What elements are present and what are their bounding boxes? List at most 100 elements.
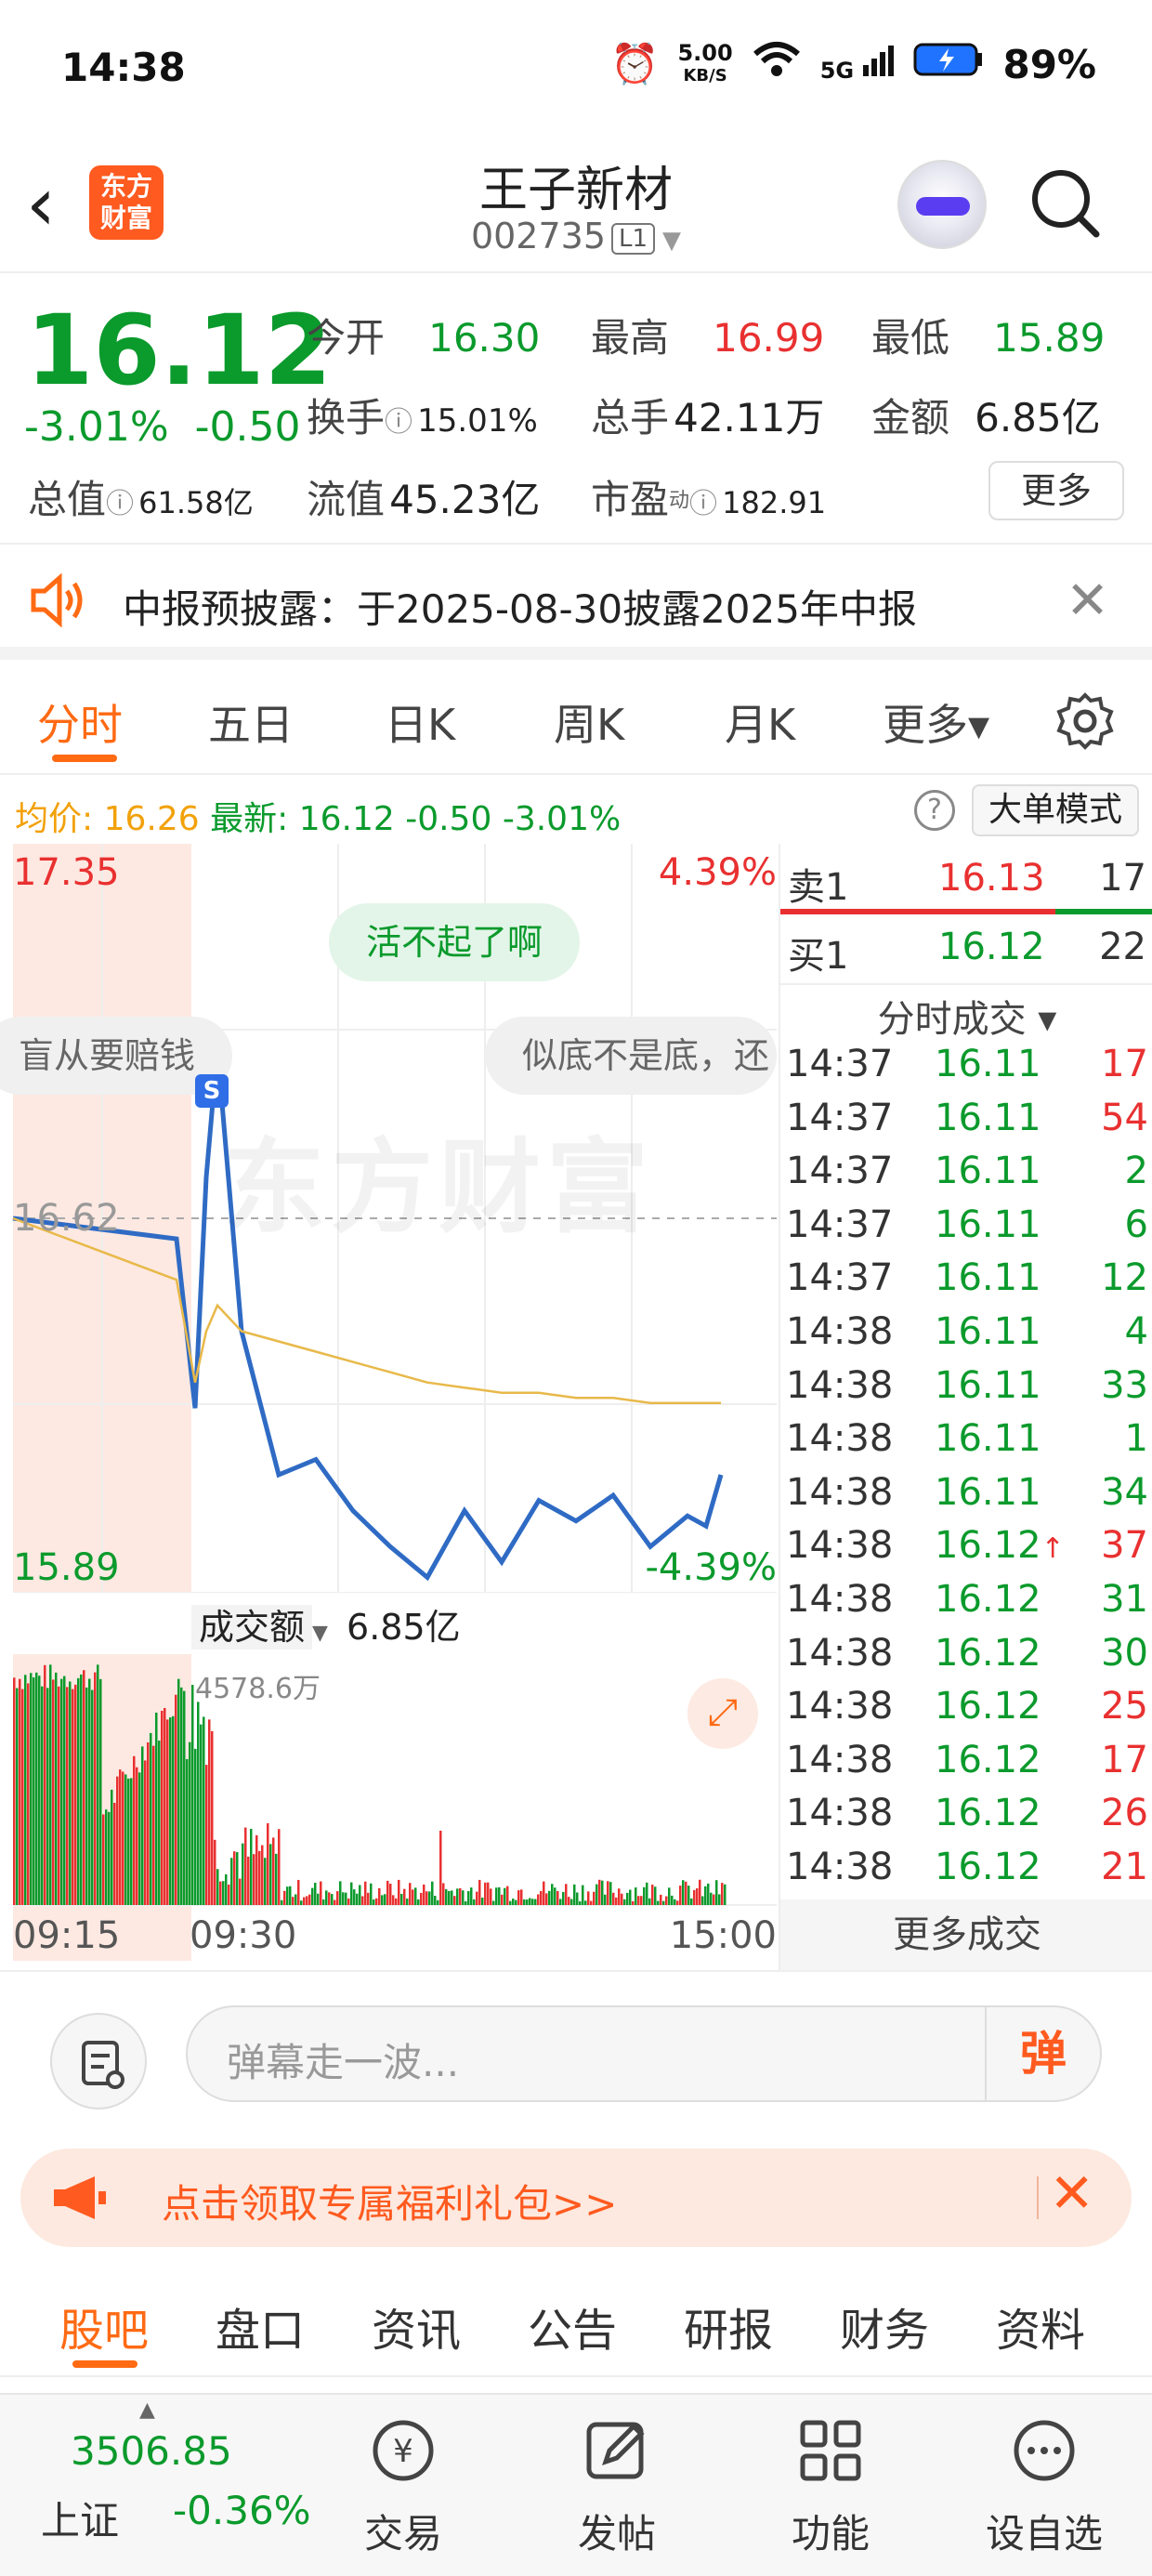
notice-banner[interactable]: 中报预披露：于2025-08-30披露2025年中报 ✕: [0, 548, 1152, 660]
price-change: -3.01% -0.50: [24, 403, 301, 451]
volume-bar: [389, 1884, 392, 1905]
expand-icon[interactable]: ⤢: [687, 1678, 758, 1749]
assistant-avatar[interactable]: [897, 160, 987, 249]
volume-bar: [693, 1889, 696, 1905]
tab-announcements[interactable]: 公告: [528, 2293, 617, 2359]
help-icon[interactable]: ?: [914, 790, 955, 831]
change-amount: -0.50: [194, 403, 301, 451]
signal-marker-icon[interactable]: S: [195, 1074, 229, 1108]
trades-title[interactable]: 分时成交 ▾: [780, 989, 1152, 1043]
volume-bar: [481, 1897, 484, 1905]
danmu-settings-icon[interactable]: [50, 2013, 147, 2109]
volume-bar: [342, 1892, 345, 1905]
volume-bar: [85, 1687, 88, 1905]
trade-price: 16.11: [935, 1310, 1041, 1353]
nav-trade[interactable]: ¥ 交易: [310, 2395, 496, 2576]
latest-label: 最新:: [210, 800, 289, 838]
trade-time: 14:38: [786, 1470, 894, 1514]
tab-monthly-k[interactable]: 月K: [725, 691, 795, 753]
volume-bar: [579, 1900, 582, 1905]
more-stats-button[interactable]: 更多: [988, 461, 1124, 520]
volume-bar: [662, 1900, 665, 1905]
volume-bar: [476, 1891, 478, 1905]
volume-bar: [556, 1890, 559, 1905]
svg-text:¥: ¥: [393, 2433, 413, 2470]
close-icon[interactable]: ✕: [1049, 2162, 1094, 2225]
volume-bar: [657, 1900, 660, 1905]
trade-row: 14:38 16.12 25: [786, 1685, 1148, 1739]
tab-daily-k[interactable]: 日K: [385, 691, 455, 753]
intraday-chart[interactable]: 东方财富 17.35 16.62 15.89 4.39% -4.39% 活不起了…: [0, 844, 777, 1594]
tab-five-day[interactable]: 五日: [208, 691, 294, 753]
low-label: 最低: [871, 315, 950, 361]
volume-bar: [465, 1900, 467, 1905]
volume-bar: [635, 1887, 637, 1905]
promo-banner[interactable]: 点击领取专属福利礼包>> ✕: [20, 2149, 1132, 2247]
volume-bar: [414, 1887, 417, 1905]
status-icons: ⏰ 5.00 KB/S 5G 89%: [610, 41, 1096, 87]
info-icon[interactable]: ⓘ: [385, 406, 412, 439]
trade-price: 16.12: [935, 1578, 1041, 1621]
volume-bar: [267, 1822, 269, 1905]
volume-bar: [55, 1672, 58, 1905]
nav-watchlist[interactable]: 设自选: [951, 2395, 1137, 2576]
volume-bar: [478, 1879, 481, 1905]
tab-guba[interactable]: 股吧: [59, 2293, 149, 2359]
tab-news[interactable]: 资讯: [372, 2293, 461, 2359]
info-icon[interactable]: ⓘ: [689, 488, 717, 520]
volume-bar: [520, 1889, 523, 1905]
average-price-bar: 均价: 16.26 最新: 16.12 -0.50 -3.01% ? 大单模式: [0, 781, 1152, 842]
volume-bar: [487, 1882, 490, 1905]
network-speed-value: 5.00: [677, 39, 733, 66]
tab-research[interactable]: 研报: [684, 2293, 773, 2359]
index-ticker[interactable]: ▲ 3506.85 上证 -0.36%: [0, 2395, 316, 2576]
trade-time: 14:38: [786, 1846, 894, 1888]
volume-bar: [434, 1896, 437, 1905]
volume-bar: [423, 1884, 425, 1905]
trade-price: 16.12: [935, 1738, 1041, 1781]
trade-row: 14:37 16.11 6: [786, 1203, 1148, 1257]
volume-bar: [501, 1894, 504, 1905]
volume-bar: [77, 1677, 80, 1905]
volume-bar: [35, 1672, 38, 1905]
volume-bar: [253, 1854, 255, 1905]
trade-row: 14:37 16.11 54: [786, 1097, 1148, 1150]
danmu-input[interactable]: 弹幕走一波... 弹: [186, 2005, 1102, 2102]
alarm-icon: ⏰: [610, 41, 660, 86]
volume-bar: [648, 1898, 651, 1905]
tab-pankou[interactable]: 盘口: [216, 2293, 305, 2359]
gear-icon[interactable]: [1055, 691, 1115, 755]
trade-volume: 17: [1101, 1738, 1148, 1781]
close-icon[interactable]: ✕: [1066, 571, 1109, 631]
tab-intraday[interactable]: 分时: [37, 691, 123, 753]
volume-bar: [175, 1694, 177, 1905]
volume-bar: [395, 1898, 398, 1905]
volume-bar: [724, 1884, 727, 1905]
volume-bar: [130, 1778, 133, 1905]
tab-profile[interactable]: 资料: [996, 2293, 1085, 2359]
nav-post[interactable]: 发帖: [524, 2395, 710, 2576]
volume-chart[interactable]: 成交额 ▼ 6.85亿 4578.6万 ⤢ 09:15 09:30 15:00: [0, 1598, 777, 1970]
trade-volume: 31: [1101, 1578, 1148, 1621]
volume-bar: [707, 1883, 710, 1905]
info-icon[interactable]: ⓘ: [106, 488, 134, 520]
tab-weekly-k[interactable]: 周K: [554, 691, 624, 753]
danmu-send-button[interactable]: 弹: [985, 2007, 1100, 2100]
status-bar: 14:38 ⏰ 5.00 KB/S 5G 89%: [0, 0, 1152, 130]
nav-functions[interactable]: 功能: [738, 2395, 923, 2576]
volume-bar: [651, 1885, 654, 1905]
volume-bar: [682, 1880, 685, 1905]
y-label-mid: 16.62: [13, 1197, 120, 1240]
big-order-mode-button[interactable]: 大单模式: [972, 784, 1139, 836]
tab-finance[interactable]: 财务: [840, 2293, 929, 2359]
volume-bar: [604, 1894, 607, 1905]
volume-bar: [108, 1811, 111, 1905]
more-trades-button[interactable]: 更多成交: [780, 1899, 1152, 1970]
volume-dropdown[interactable]: 成交额 ▼ 6.85亿: [191, 1598, 461, 1649]
volume-bar: [339, 1881, 342, 1905]
volume-bar: [122, 1771, 124, 1905]
tab-more[interactable]: 更多▾: [883, 691, 989, 753]
volume-bar: [621, 1893, 623, 1905]
search-icon[interactable]: [1028, 165, 1102, 240]
volume-bar: [228, 1884, 230, 1905]
